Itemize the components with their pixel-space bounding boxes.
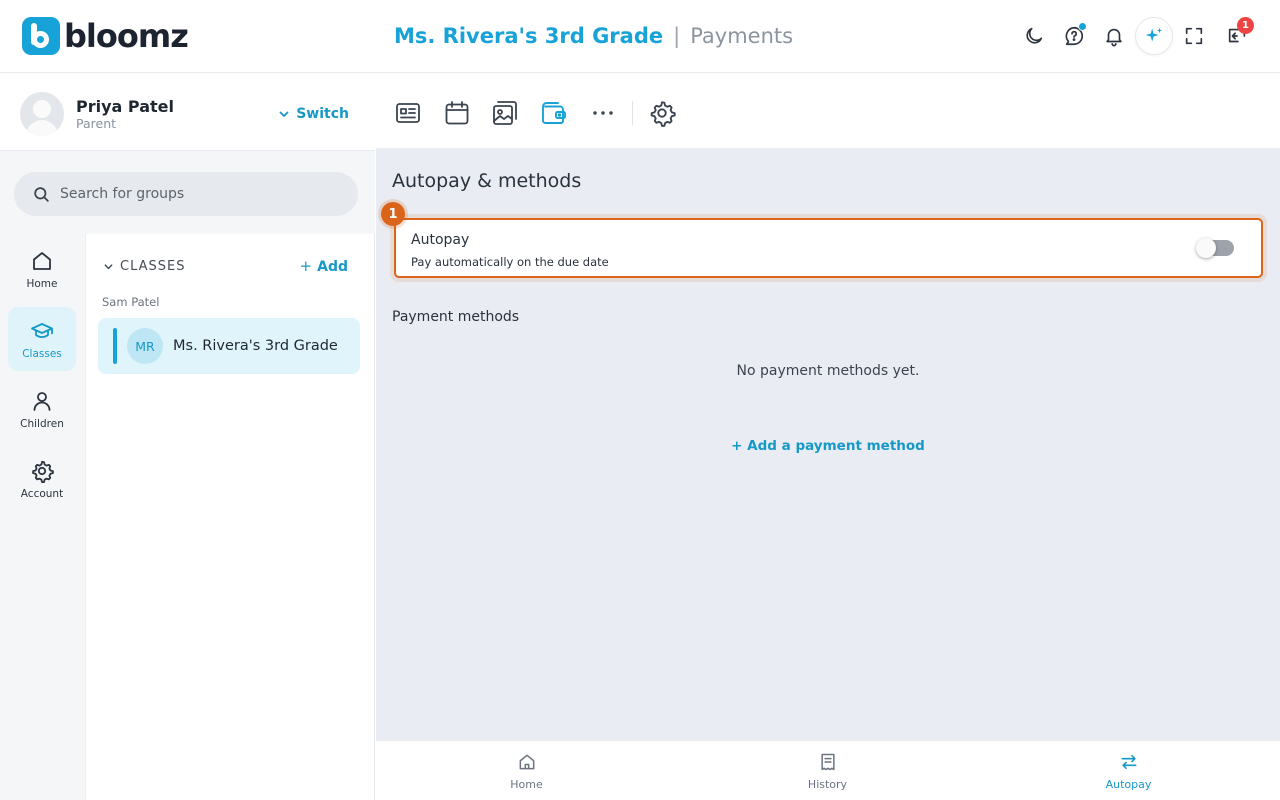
toolbar-divider bbox=[632, 101, 633, 125]
rail-item-children[interactable]: Children bbox=[8, 377, 76, 441]
switch-account-label: Switch bbox=[296, 106, 349, 122]
chevron-down-icon bbox=[104, 264, 113, 270]
inbox-count-badge: 1 bbox=[1237, 17, 1254, 34]
rail-item-account[interactable]: Account bbox=[8, 447, 76, 511]
section-title: Autopay & methods bbox=[392, 170, 582, 192]
child-name: Sam Patel bbox=[102, 295, 160, 309]
photos-icon bbox=[493, 101, 517, 125]
classes-section-label: CLASSES bbox=[120, 259, 186, 274]
autopay-toggle[interactable] bbox=[1196, 238, 1234, 258]
fullscreen-button[interactable] bbox=[1175, 17, 1213, 55]
plus-icon: + bbox=[299, 257, 313, 275]
calendar-icon bbox=[445, 101, 469, 125]
bottom-nav: Home History Autopay bbox=[376, 740, 1280, 800]
gear-icon bbox=[32, 460, 54, 483]
logo-mark-icon bbox=[22, 17, 60, 55]
group-search[interactable] bbox=[14, 172, 358, 216]
ai-assistant-button[interactable] bbox=[1135, 17, 1173, 55]
profile-panel: Priya Patel Parent Switch bbox=[0, 73, 375, 151]
swap-arrows-icon bbox=[1121, 754, 1136, 769]
bottom-nav-history[interactable]: History bbox=[677, 741, 978, 800]
photos-tool-button[interactable] bbox=[491, 99, 519, 127]
more-tools-button[interactable] bbox=[589, 99, 617, 127]
class-item-ms-rivera[interactable]: MR Ms. Rivera's 3rd Grade bbox=[98, 318, 360, 374]
bell-icon bbox=[1106, 28, 1122, 47]
inbox-button[interactable]: 1 bbox=[1218, 17, 1256, 55]
notifications-button[interactable] bbox=[1095, 17, 1133, 55]
home-icon bbox=[33, 251, 51, 270]
graduation-cap-icon bbox=[31, 322, 53, 338]
rail-item-label: Account bbox=[20, 487, 64, 500]
left-nav-rail: Home Classes Children Account bbox=[0, 234, 85, 800]
class-name: Ms. Rivera's 3rd Grade bbox=[173, 338, 338, 354]
rail-item-classes[interactable]: Classes bbox=[8, 307, 76, 371]
add-payment-method-button[interactable]: + Add a payment method bbox=[376, 438, 1280, 454]
autopay-description: Pay automatically on the due date bbox=[411, 255, 609, 269]
page-title: Ms. Rivera's 3rd Grade | Payments bbox=[394, 22, 793, 50]
bottom-nav-label: Autopay bbox=[1105, 777, 1152, 791]
news-icon bbox=[396, 103, 420, 123]
help-notification-dot bbox=[1078, 22, 1087, 31]
receipt-icon bbox=[820, 753, 835, 770]
class-toolbar bbox=[376, 73, 1280, 148]
autopay-card[interactable]: Autopay Pay automatically on the due dat… bbox=[394, 218, 1263, 278]
search-input[interactable] bbox=[60, 186, 340, 202]
empty-methods-message: No payment methods yet. bbox=[736, 363, 920, 379]
page-title-class: Ms. Rivera's 3rd Grade bbox=[394, 24, 664, 48]
active-indicator bbox=[113, 328, 117, 364]
group-list: CLASSES + Add Sam Patel MR Ms. Rivera's 3… bbox=[85, 234, 375, 800]
rail-item-label: Classes bbox=[22, 347, 62, 360]
class-settings-button[interactable] bbox=[648, 99, 676, 127]
help-button[interactable] bbox=[1055, 17, 1093, 55]
profile-role: Parent bbox=[76, 116, 117, 131]
sparkle-icon bbox=[1145, 27, 1163, 42]
bottom-nav-label: Home bbox=[510, 777, 543, 791]
bottom-nav-label: History bbox=[807, 777, 848, 791]
moon-icon bbox=[1026, 27, 1043, 44]
payments-content: Autopay & methods Autopay Pay automatica… bbox=[376, 148, 1280, 740]
news-tool-button[interactable] bbox=[394, 99, 422, 127]
dark-mode-button[interactable] bbox=[1015, 17, 1053, 55]
bloomz-logo[interactable]: bloomz bbox=[22, 17, 189, 55]
chevron-down-icon bbox=[279, 111, 289, 117]
page-title-separator: | bbox=[673, 24, 681, 48]
payments-tool-button[interactable] bbox=[540, 99, 568, 127]
add-class-label: Add bbox=[317, 259, 348, 275]
add-class-button[interactable]: + Add bbox=[300, 257, 348, 275]
wallet-icon bbox=[542, 102, 566, 124]
bottom-nav-autopay[interactable]: Autopay bbox=[978, 741, 1279, 800]
add-payment-method-label: + Add a payment method bbox=[731, 438, 925, 454]
classes-section-toggle[interactable]: CLASSES bbox=[103, 259, 185, 274]
rail-item-label: Children bbox=[20, 417, 64, 430]
expand-icon bbox=[1185, 27, 1203, 45]
logo-text: bloomz bbox=[64, 17, 189, 55]
switch-account-button[interactable]: Switch bbox=[278, 106, 349, 122]
home-icon bbox=[519, 754, 534, 769]
rail-item-label: Home bbox=[26, 277, 58, 290]
bottom-nav-home[interactable]: Home bbox=[376, 741, 677, 800]
person-icon bbox=[33, 391, 51, 411]
profile-name: Priya Patel bbox=[76, 97, 174, 116]
settings-icon bbox=[650, 101, 676, 127]
search-icon bbox=[34, 186, 49, 202]
calendar-tool-button[interactable] bbox=[443, 99, 471, 127]
top-bar: bloomz Ms. Rivera's 3rd Grade | Payments 1 bbox=[0, 0, 1280, 73]
class-avatar: MR bbox=[127, 328, 163, 364]
avatar[interactable] bbox=[20, 92, 64, 136]
more-icon bbox=[593, 111, 613, 115]
payment-methods-title: Payment methods bbox=[392, 309, 520, 325]
rail-item-home[interactable]: Home bbox=[8, 237, 76, 301]
autopay-title: Autopay bbox=[411, 232, 470, 248]
page-title-section: Payments bbox=[690, 24, 794, 48]
step-badge: 1 bbox=[381, 202, 405, 226]
